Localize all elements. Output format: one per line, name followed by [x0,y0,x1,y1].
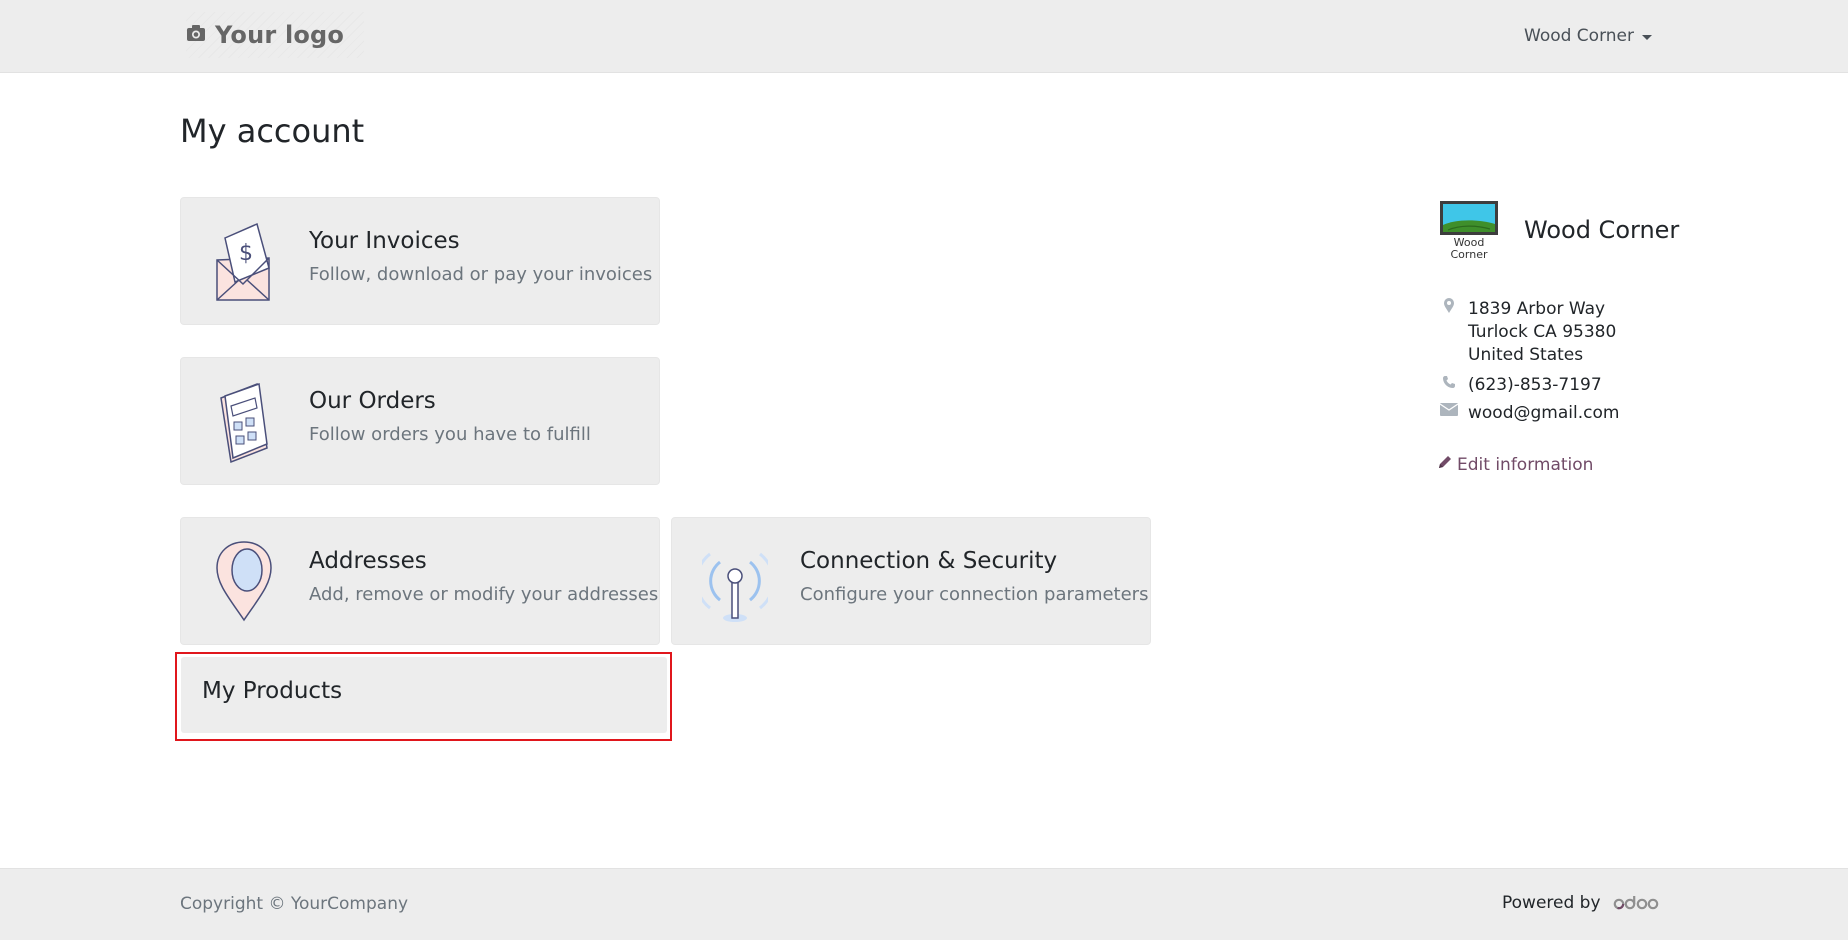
map-marker-icon [1440,298,1458,314]
card-connection-security[interactable]: Connection & Security Configure your con… [671,517,1151,645]
company-logo-text-2: Corner [1450,248,1487,261]
company-name: Wood Corner [1524,216,1680,244]
invoice-envelope-icon: $ [211,218,277,306]
antenna-icon [695,538,775,626]
top-navbar: Your logo Wood Corner [0,0,1848,73]
address-line-2: Turlock CA 95380 [1468,322,1617,342]
company-logo-link[interactable]: Your logo [186,12,364,58]
card-title: Addresses [309,548,427,574]
company-phone: (623)-853-7197 [1440,375,1602,395]
edit-information-label: Edit information [1457,454,1594,475]
odoo-logo: odoo [1613,894,1659,912]
copyright-text: Copyright © YourCompany [180,894,409,914]
svg-text:$: $ [239,241,253,266]
pencil-icon [1437,454,1453,475]
card-addresses[interactable]: Addresses Add, remove or modify your add… [180,517,660,645]
card-subtitle: Configure your connection parameters [800,584,1149,605]
card-our-orders[interactable]: Our Orders Follow orders you have to ful… [180,357,660,485]
address-line-3: United States [1468,345,1584,365]
phone-icon [1440,375,1458,389]
card-my-products[interactable]: My Products [181,657,667,733]
company-address: 1839 Arbor Way Turlock CA 95380 United S… [1440,298,1616,367]
card-subtitle: Follow, download or pay your invoices [309,264,653,285]
powered-by[interactable]: Powered by odoo [1502,893,1659,913]
page-title: My account [180,112,365,150]
caret-down-icon [1642,34,1652,40]
card-title: Your Invoices [309,228,460,254]
card-subtitle: Add, remove or modify your addresses [309,584,659,605]
address-line-1: 1839 Arbor Way [1468,299,1606,319]
user-name: Wood Corner [1524,26,1634,46]
calculator-icon [211,378,277,466]
map-pin-icon [211,538,277,626]
edit-information-link[interactable]: Edit information [1437,454,1593,475]
card-title: My Products [202,678,343,704]
card-title: Our Orders [309,388,436,414]
user-dropdown[interactable]: Wood Corner [1524,22,1652,50]
card-title: Connection & Security [800,548,1058,574]
company-email: wood@gmail.com [1440,403,1619,423]
powered-by-label: Powered by [1502,893,1601,913]
card-subtitle: Follow orders you have to fulfill [309,424,591,445]
card-your-invoices[interactable]: $ Your Invoices Follow, download or pay … [180,197,660,325]
email-address: wood@gmail.com [1468,403,1620,423]
logo-text: Your logo [215,21,345,49]
phone-number: (623)-853-7197 [1468,375,1602,395]
footer: Copyright © YourCompany Powered by odoo [0,868,1848,940]
company-avatar: Wood Corner [1438,199,1502,265]
envelope-icon [1440,403,1458,416]
camera-icon [186,24,206,46]
